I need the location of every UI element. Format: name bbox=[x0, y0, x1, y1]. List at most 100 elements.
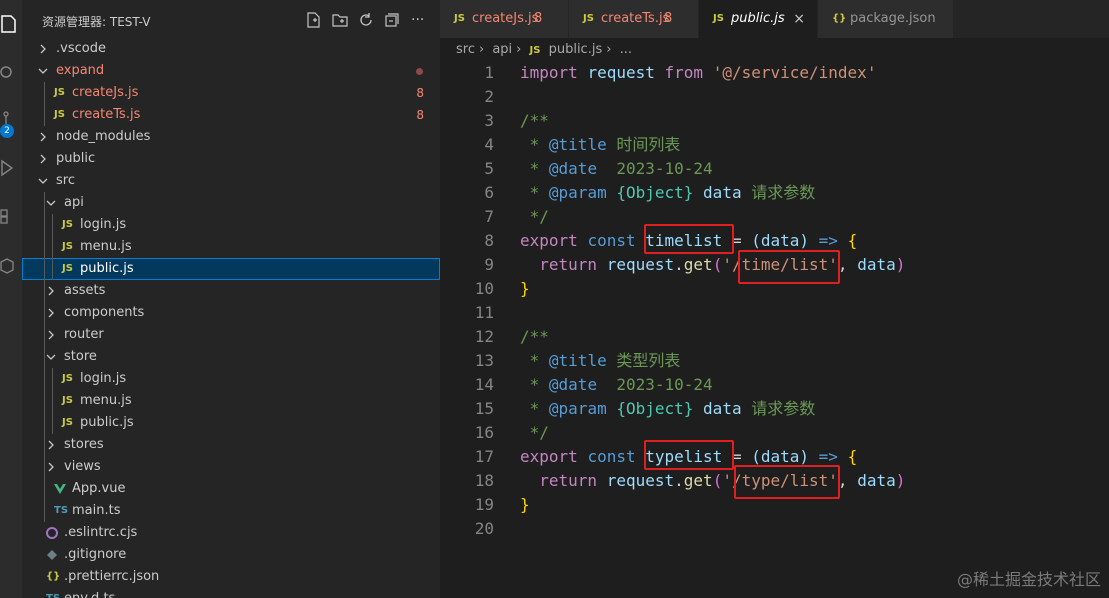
tab-public-js[interactable]: JS public.js × bbox=[699, 0, 818, 38]
breadcrumb-item[interactable]: public.js bbox=[549, 42, 603, 57]
error-count-badge: 8 bbox=[416, 108, 424, 122]
ts-file-icon: TS bbox=[54, 505, 69, 516]
indent-guide bbox=[44, 302, 45, 324]
line-number: 2 bbox=[484, 87, 494, 106]
tree-item-label: menu.js bbox=[80, 393, 132, 408]
tab-createjs[interactable]: JS createJs.js 8 bbox=[440, 0, 569, 38]
line-number: 10 bbox=[474, 279, 494, 298]
tree-item-label: views bbox=[64, 459, 101, 474]
tree-file[interactable]: JS menu.js bbox=[22, 390, 440, 412]
indent-guide bbox=[44, 456, 45, 478]
chevron-right-icon bbox=[38, 148, 50, 170]
line-number: 19 bbox=[474, 495, 494, 514]
indent-guide bbox=[44, 236, 45, 258]
chevron-right-icon bbox=[46, 434, 58, 456]
highlight-box-type-list bbox=[734, 465, 840, 499]
chevron-right-icon bbox=[46, 302, 58, 324]
code-line: 7 */ bbox=[440, 205, 1109, 229]
tab-label: createTs.js bbox=[601, 11, 670, 26]
tree-file[interactable]: TS main.ts bbox=[22, 500, 440, 522]
tab-label: package.json bbox=[850, 11, 936, 26]
code-line: 13 * @title 类型列表 bbox=[440, 349, 1109, 373]
tree-folder[interactable]: expand bbox=[22, 60, 440, 82]
code-line: 2 bbox=[440, 85, 1109, 109]
tab-package-json[interactable]: {} package.json bbox=[818, 0, 954, 38]
close-icon[interactable]: × bbox=[793, 0, 805, 38]
indent-guide bbox=[52, 412, 53, 434]
tree-folder[interactable]: node_modules bbox=[22, 126, 440, 148]
indent-guide bbox=[44, 346, 45, 368]
tree-file[interactable]: JS menu.js bbox=[22, 236, 440, 258]
files-icon[interactable] bbox=[0, 12, 22, 36]
tree-file[interactable]: JS login.js bbox=[22, 214, 440, 236]
line-number: 7 bbox=[484, 207, 494, 226]
tree-item-label: .prettierrc.json bbox=[64, 569, 160, 584]
chevron-right-icon bbox=[46, 456, 58, 478]
breadcrumb-item[interactable]: ... bbox=[620, 42, 632, 57]
chevron-down-icon bbox=[38, 170, 50, 192]
tree-folder[interactable]: .vscode bbox=[22, 38, 440, 60]
line-number: 3 bbox=[484, 111, 494, 130]
tree-item-label: router bbox=[64, 327, 104, 342]
js-file-icon: JS bbox=[62, 241, 73, 252]
code-line: 5 * @date 2023-10-24 bbox=[440, 157, 1109, 181]
json-file-icon: {} bbox=[46, 571, 61, 582]
refresh-icon[interactable] bbox=[357, 11, 375, 29]
breadcrumb-item[interactable]: src bbox=[456, 42, 475, 57]
search-icon[interactable] bbox=[0, 60, 22, 84]
tree-folder[interactable]: public bbox=[22, 148, 440, 170]
tree-folder[interactable]: store bbox=[22, 346, 440, 368]
indent-guide bbox=[44, 412, 45, 434]
tree-file[interactable]: TS env.d.ts bbox=[22, 588, 440, 598]
tree-file[interactable]: App.vue bbox=[22, 478, 440, 500]
tree-folder[interactable]: stores bbox=[22, 434, 440, 456]
explorer-title: 资源管理器: TEST-V bbox=[42, 15, 151, 29]
js-file-icon: JS bbox=[54, 109, 65, 120]
tree-file[interactable]: JS public.js bbox=[22, 258, 440, 280]
breadcrumb-item[interactable]: api bbox=[492, 42, 512, 57]
tree-folder[interactable]: api bbox=[22, 192, 440, 214]
run-debug-icon[interactable] bbox=[0, 156, 22, 180]
error-count-badge: 8 bbox=[416, 86, 424, 100]
js-file-icon: JS bbox=[54, 87, 65, 98]
indent-guide bbox=[44, 434, 45, 456]
tree-file[interactable]: JS public.js bbox=[22, 412, 440, 434]
tree-folder[interactable]: components bbox=[22, 302, 440, 324]
tree-file[interactable]: .gitignore bbox=[22, 544, 440, 566]
tree-file[interactable]: JS login.js bbox=[22, 368, 440, 390]
more-actions-icon[interactable]: ··· bbox=[411, 11, 429, 29]
indent-guide bbox=[52, 214, 53, 236]
tab-createts[interactable]: JS createTs.js 8 bbox=[569, 0, 699, 38]
extensions-icon[interactable] bbox=[0, 204, 22, 228]
collapse-all-icon[interactable] bbox=[383, 11, 401, 29]
new-file-icon[interactable] bbox=[305, 11, 323, 29]
tree-item-label: stores bbox=[64, 437, 104, 452]
remote-explorer-icon[interactable] bbox=[0, 254, 22, 278]
tab-error-count: 8 bbox=[664, 11, 673, 26]
tree-item-label: components bbox=[64, 305, 145, 320]
tree-item-label: env.d.ts bbox=[64, 588, 115, 598]
line-number: 12 bbox=[474, 327, 494, 346]
code-line: 14 * @date 2023-10-24 bbox=[440, 373, 1109, 397]
tree-folder[interactable]: src bbox=[22, 170, 440, 192]
tree-file[interactable]: JS createJs.js 8 bbox=[22, 82, 440, 104]
js-file-icon: JS bbox=[529, 45, 541, 56]
tree-file[interactable]: {} .prettierrc.json bbox=[22, 566, 440, 588]
tree-folder[interactable]: assets bbox=[22, 280, 440, 302]
new-folder-icon[interactable] bbox=[331, 11, 349, 29]
tree-folder[interactable]: views bbox=[22, 456, 440, 478]
tree-file[interactable]: .eslintrc.cjs bbox=[22, 522, 440, 544]
indent-guide bbox=[44, 104, 45, 126]
tree-folder[interactable]: router bbox=[22, 324, 440, 346]
highlight-box-time-list bbox=[738, 250, 840, 284]
tree-item-label: login.js bbox=[80, 371, 127, 386]
tree-file[interactable]: JS createTs.js 8 bbox=[22, 104, 440, 126]
code-line: 12/** bbox=[440, 325, 1109, 349]
tree-item-label: login.js bbox=[80, 217, 127, 232]
tree-item-label: createJs.js bbox=[72, 85, 139, 100]
code-line: 16 */ bbox=[440, 421, 1109, 445]
tree-item-label: main.ts bbox=[72, 503, 121, 518]
code-line: 1 import request from '@/service/index' bbox=[440, 61, 1109, 85]
js-file-icon: JS bbox=[583, 13, 594, 24]
highlight-box-typelist bbox=[644, 440, 734, 470]
